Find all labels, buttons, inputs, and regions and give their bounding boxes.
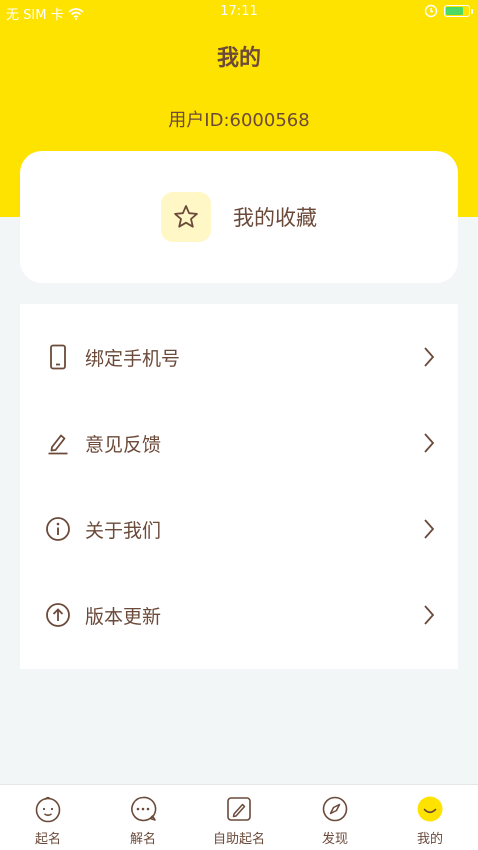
favorites-label: 我的收藏 [233,206,317,230]
bottom-tab-bar: 起名 解名 自助起名 发现 我的 [0,784,478,850]
alarm-icon [424,4,438,18]
status-time: 17:11 [220,4,258,19]
menu-item-label: 绑定手机号 [85,347,181,370]
phone-icon [45,344,71,370]
tab-label: 我的 [416,832,443,847]
menu-item-label: 意见反馈 [85,433,162,456]
menu-item-about-us[interactable]: 关于我们 [20,486,458,572]
chevron-right-icon [424,519,435,539]
battery-icon [444,5,473,17]
status-bar: 无 SIM 卡 17:11 [0,0,478,24]
baby-face-icon [35,796,61,823]
tab-label: 发现 [321,832,348,847]
page-title: 我的 [216,46,261,71]
tab-naming[interactable]: 起名 [0,785,96,850]
edit-icon [45,430,71,456]
tab-label: 自助起名 [212,832,265,847]
upload-icon [45,602,71,628]
favorites-icon-box [161,192,211,242]
chevron-right-icon [424,347,435,367]
chevron-right-icon [424,433,435,453]
tab-label: 解名 [129,832,156,847]
tab-label: 起名 [34,832,61,847]
settings-menu: 绑定手机号 意见反馈 关于我们 版本更新 [20,304,458,669]
menu-item-bind-phone[interactable]: 绑定手机号 [20,314,458,400]
info-icon [45,516,71,542]
menu-item-label: 版本更新 [85,605,162,628]
pencil-box-icon [227,797,251,821]
tab-name-analysis[interactable]: 解名 [95,785,191,850]
user-id-label: 用户ID:6000568 [168,110,310,131]
smile-icon [417,796,443,822]
menu-item-feedback[interactable]: 意见反馈 [20,400,458,486]
menu-item-version-update[interactable]: 版本更新 [20,572,458,658]
chevron-right-icon [424,605,435,625]
status-right [424,4,473,18]
star-icon [174,205,198,228]
tab-discover[interactable]: 发现 [287,785,383,850]
chat-bubble-icon [131,796,157,822]
favorites-card[interactable]: 我的收藏 [20,151,458,283]
tab-self-naming[interactable]: 自助起名 [191,785,287,850]
menu-item-label: 关于我们 [85,519,162,542]
compass-icon [322,796,348,822]
tab-mine[interactable]: 我的 [382,785,478,850]
